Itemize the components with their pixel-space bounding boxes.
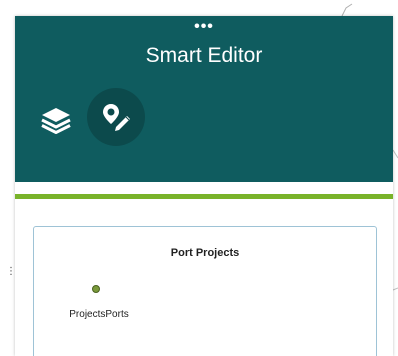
feature-template-picker: Port Projects ProjectsPorts	[33, 226, 377, 356]
map-line	[392, 149, 398, 159]
smart-editor-panel: ••• Smart Editor Port Projects ProjectsP…	[15, 16, 393, 356]
drag-handle[interactable]: •••	[15, 19, 393, 35]
layer-title: Port Projects	[170, 247, 240, 259]
panel-title: Smart Editor	[145, 44, 263, 67]
feature-template-item[interactable]: ProjectsPorts	[54, 285, 144, 335]
map-line	[392, 287, 398, 291]
header-spacer	[15, 182, 393, 194]
panel-header: ••• Smart Editor	[15, 16, 393, 182]
accent-bar	[15, 194, 393, 199]
edit-feature-button[interactable]	[87, 88, 145, 146]
edit-feature-icon	[103, 104, 130, 131]
layers-icon	[41, 108, 71, 134]
map-line	[341, 3, 353, 17]
point-symbol-icon	[92, 285, 100, 293]
feature-template-label: ProjectsPorts	[69, 309, 129, 320]
layers-button[interactable]	[38, 102, 74, 138]
